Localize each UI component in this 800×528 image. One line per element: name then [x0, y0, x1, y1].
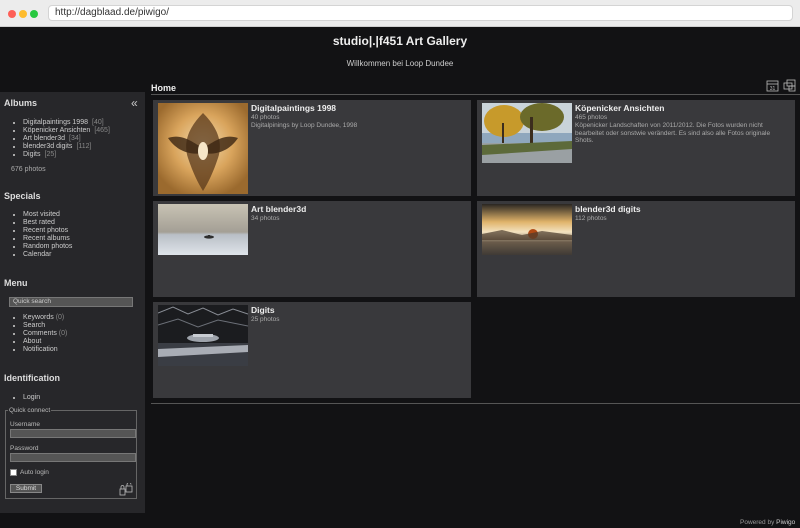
sidebar-album-item[interactable]: Digitalpaintings 1998 [40]	[12, 119, 110, 127]
album-thumbnail[interactable]	[482, 103, 572, 163]
menu-item-keywords[interactable]: Keywords (0)	[12, 314, 67, 322]
auto-login-label: Auto login	[20, 469, 49, 476]
album-photo-count: 25 photos	[251, 316, 280, 323]
register-icon[interactable]	[119, 483, 133, 497]
total-photos-count: 676 photos	[11, 166, 46, 173]
album-card[interactable]: Art blender3d 34 photos	[153, 201, 471, 297]
album-title[interactable]: Köpenicker Ansichten	[575, 103, 664, 113]
album-description: Digitalpinings by Loop Dundee, 1998	[251, 122, 358, 129]
album-thumbnail[interactable]	[482, 204, 572, 255]
album-photo-count: 34 photos	[251, 215, 280, 222]
special-item-best-rated[interactable]: Best rated	[12, 219, 72, 227]
album-title[interactable]: Digits	[251, 305, 275, 315]
piwigo-link[interactable]: Piwigo	[776, 519, 795, 526]
special-item-recent-albums[interactable]: Recent albums	[12, 235, 72, 243]
menu-item-notification[interactable]: Notification	[12, 346, 67, 354]
album-card[interactable]: Digits 25 photos	[153, 302, 471, 398]
menu-list: Keywords (0) Search Comments (0) About N…	[12, 314, 67, 354]
footer-prefix: Powered by	[740, 519, 775, 526]
menu-item-about[interactable]: About	[12, 338, 67, 346]
sidebar-album-item[interactable]: Art blender3d [34]	[12, 135, 110, 143]
username-label: Username	[10, 421, 40, 428]
album-card[interactable]: Digitalpaintings 1998 40 photos Digitalp…	[153, 100, 471, 196]
album-description: Köpenicker Landschaften von 2011/2012. D…	[575, 122, 771, 144]
username-input[interactable]	[10, 429, 136, 438]
album-card[interactable]: blender3d digits 112 photos	[477, 201, 795, 297]
site-subtitle: Willkommen bei Loop Dundee	[346, 59, 454, 68]
menu-item-search[interactable]: Search	[12, 322, 67, 330]
specials-heading: Specials	[4, 191, 41, 201]
album-thumbnail[interactable]	[158, 103, 248, 194]
content-divider	[151, 94, 800, 95]
album-card[interactable]: Köpenicker Ansichten 465 photos Köpenick…	[477, 100, 795, 196]
album-title[interactable]: Digitalpaintings 1998	[251, 103, 336, 113]
login-link[interactable]: Login	[12, 394, 40, 402]
address-bar[interactable]: http://dagblaad.de/piwigo/	[48, 5, 793, 21]
collapse-sidebar-icon[interactable]: «	[131, 97, 138, 109]
flat-view-icon[interactable]	[783, 79, 796, 92]
site-title[interactable]: studio|.|f451 Art Gallery	[0, 34, 800, 48]
menu-heading: Menu	[4, 278, 28, 288]
album-photo-count: 465 photos	[575, 114, 608, 121]
calendar-icon[interactable]: 31	[766, 79, 779, 92]
quick-connect-legend: Quick connect	[8, 407, 52, 415]
special-item-most-visited[interactable]: Most visited	[12, 211, 72, 219]
specials-list: Most visited Best rated Recent photos Re…	[12, 211, 72, 260]
menu-item-comments[interactable]: Comments (0)	[12, 330, 67, 338]
album-thumbnail[interactable]	[158, 305, 248, 366]
password-label: Password	[10, 445, 39, 452]
footer: Powered by Piwigo	[740, 519, 795, 526]
special-item-calendar[interactable]: Calendar	[12, 251, 72, 259]
special-item-random-photos[interactable]: Random photos	[12, 243, 72, 251]
identification-heading: Identification	[4, 373, 60, 383]
submit-button[interactable]: Submit	[10, 484, 42, 493]
content-bottom-divider	[151, 403, 800, 404]
album-title[interactable]: blender3d digits	[575, 204, 641, 214]
page-title[interactable]: Home	[151, 83, 176, 93]
album-photo-count: 112 photos	[575, 215, 607, 222]
album-thumbnail[interactable]	[158, 204, 248, 255]
albums-heading: Albums	[4, 98, 38, 108]
browser-toolbar: http://dagblaad.de/piwigo/	[0, 0, 800, 27]
quick-search-input[interactable]: Quick search	[9, 297, 133, 307]
password-input[interactable]	[10, 453, 136, 462]
sidebar: Albums « Digitalpaintings 1998 [40] Köpen…	[0, 92, 145, 513]
album-title[interactable]: Art blender3d	[251, 204, 306, 214]
album-menu-list: Digitalpaintings 1998 [40] Köpenicker Ans…	[12, 119, 110, 159]
identification-list: Login	[12, 394, 40, 402]
quick-connect-form: Quick connect Username Password Auto log…	[5, 407, 137, 499]
maximize-window-button[interactable]	[30, 10, 38, 18]
sidebar-album-item[interactable]: Köpenicker Ansichten [465]	[12, 127, 110, 135]
minimize-window-button[interactable]	[19, 10, 27, 18]
close-window-button[interactable]	[8, 10, 16, 18]
special-item-recent-photos[interactable]: Recent photos	[12, 227, 72, 235]
album-photo-count: 40 photos	[251, 114, 280, 121]
svg-text:31: 31	[770, 86, 776, 92]
sidebar-album-item[interactable]: blender3d digits [112]	[12, 143, 110, 151]
sidebar-album-item[interactable]: Digits [25]	[12, 151, 110, 159]
auto-login-checkbox[interactable]	[10, 469, 17, 476]
